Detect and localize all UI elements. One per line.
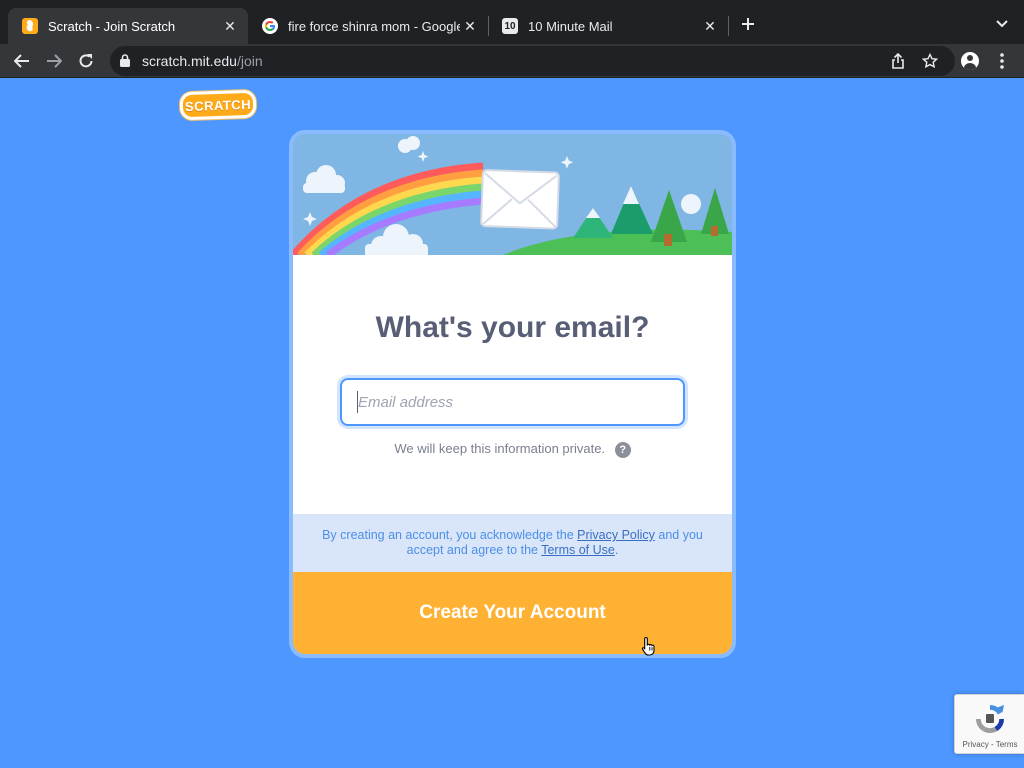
text-caret (357, 391, 358, 413)
tab-divider (728, 16, 729, 36)
plus-icon (742, 18, 754, 30)
chevron-down-icon (996, 20, 1008, 28)
help-icon[interactable]: ? (614, 441, 631, 458)
profile-button[interactable] (956, 47, 984, 75)
email-field[interactable] (340, 378, 685, 426)
url-path: /join (236, 53, 263, 69)
scratch-favicon-icon (22, 18, 38, 34)
terms-of-use-link[interactable]: Terms of Use (541, 543, 615, 557)
tab-scratch-join[interactable]: Scratch - Join Scratch ✕ (8, 8, 248, 44)
recaptcha-links[interactable]: Privacy - Terms (955, 740, 1024, 749)
recaptcha-icon (976, 705, 1004, 733)
browser-menu-button[interactable] (988, 47, 1016, 75)
create-account-button[interactable]: Create Your Account (293, 572, 732, 654)
rainbow-envelope-illustration (293, 134, 732, 255)
scratch-logo-text: SCRATCH (184, 96, 252, 114)
privacy-note: We will keep this information private. ? (293, 441, 732, 458)
back-arrow-icon (14, 54, 29, 68)
address-bar[interactable]: scratch.mit.edu/join (110, 46, 955, 76)
tab-title: Scratch - Join Scratch (48, 18, 176, 34)
privacy-policy-link[interactable]: Privacy Policy (577, 528, 655, 542)
star-icon (922, 53, 938, 69)
tab-google-search[interactable]: fire force shinra mom - Google ✕ (248, 8, 488, 44)
close-tab-icon[interactable]: ✕ (460, 16, 480, 36)
legal-text-suffix: . (614, 543, 619, 557)
new-tab-button[interactable] (736, 12, 760, 36)
google-icon (262, 18, 278, 34)
banner-illustration (293, 134, 732, 255)
privacy-note-text: We will keep this information private. (394, 441, 606, 456)
share-button[interactable] (888, 51, 908, 71)
recaptcha-badge[interactable]: Privacy - Terms (954, 694, 1024, 754)
close-tab-icon[interactable]: ✕ (700, 16, 720, 36)
tab-title: 10 Minute Mail (528, 18, 613, 34)
join-modal-inner: What's your email? We will keep this inf… (293, 134, 732, 654)
back-button[interactable] (8, 47, 36, 75)
tab-search-button[interactable] (990, 12, 1014, 36)
bookmark-button[interactable] (920, 51, 940, 71)
url-text: scratch.mit.edu/join (142, 53, 263, 69)
avatar-icon (961, 52, 979, 70)
forward-arrow-icon (47, 54, 62, 68)
legal-notice: By creating an account, you acknowledge … (293, 514, 732, 572)
close-tab-icon[interactable]: ✕ (220, 16, 240, 36)
email-form: What's your email? We will keep this inf… (293, 255, 732, 514)
tab-10-minute-mail[interactable]: 10 10 Minute Mail ✕ (488, 8, 728, 44)
page-title: What's your email? (375, 311, 650, 344)
reload-button[interactable] (72, 47, 100, 75)
tab-bar: Scratch - Join Scratch ✕ fire force shin… (0, 0, 1024, 44)
10minutemail-favicon-icon: 10 (502, 18, 518, 34)
scratch-logo[interactable]: SCRATCH (179, 89, 257, 121)
share-icon (892, 53, 904, 69)
tab-title: fire force shinra mom - Google (288, 18, 460, 34)
forward-button[interactable] (40, 47, 68, 75)
browser-toolbar: scratch.mit.edu/join (0, 44, 1024, 78)
url-host: scratch.mit.edu (142, 53, 237, 69)
reload-icon (79, 54, 93, 68)
legal-text-prefix: By creating an account, you acknowledge … (322, 528, 578, 542)
kebab-menu-icon (1000, 53, 1004, 69)
join-modal: What's your email? We will keep this inf… (289, 130, 736, 658)
lock-icon (120, 54, 130, 67)
hand-cursor-icon (641, 636, 655, 656)
